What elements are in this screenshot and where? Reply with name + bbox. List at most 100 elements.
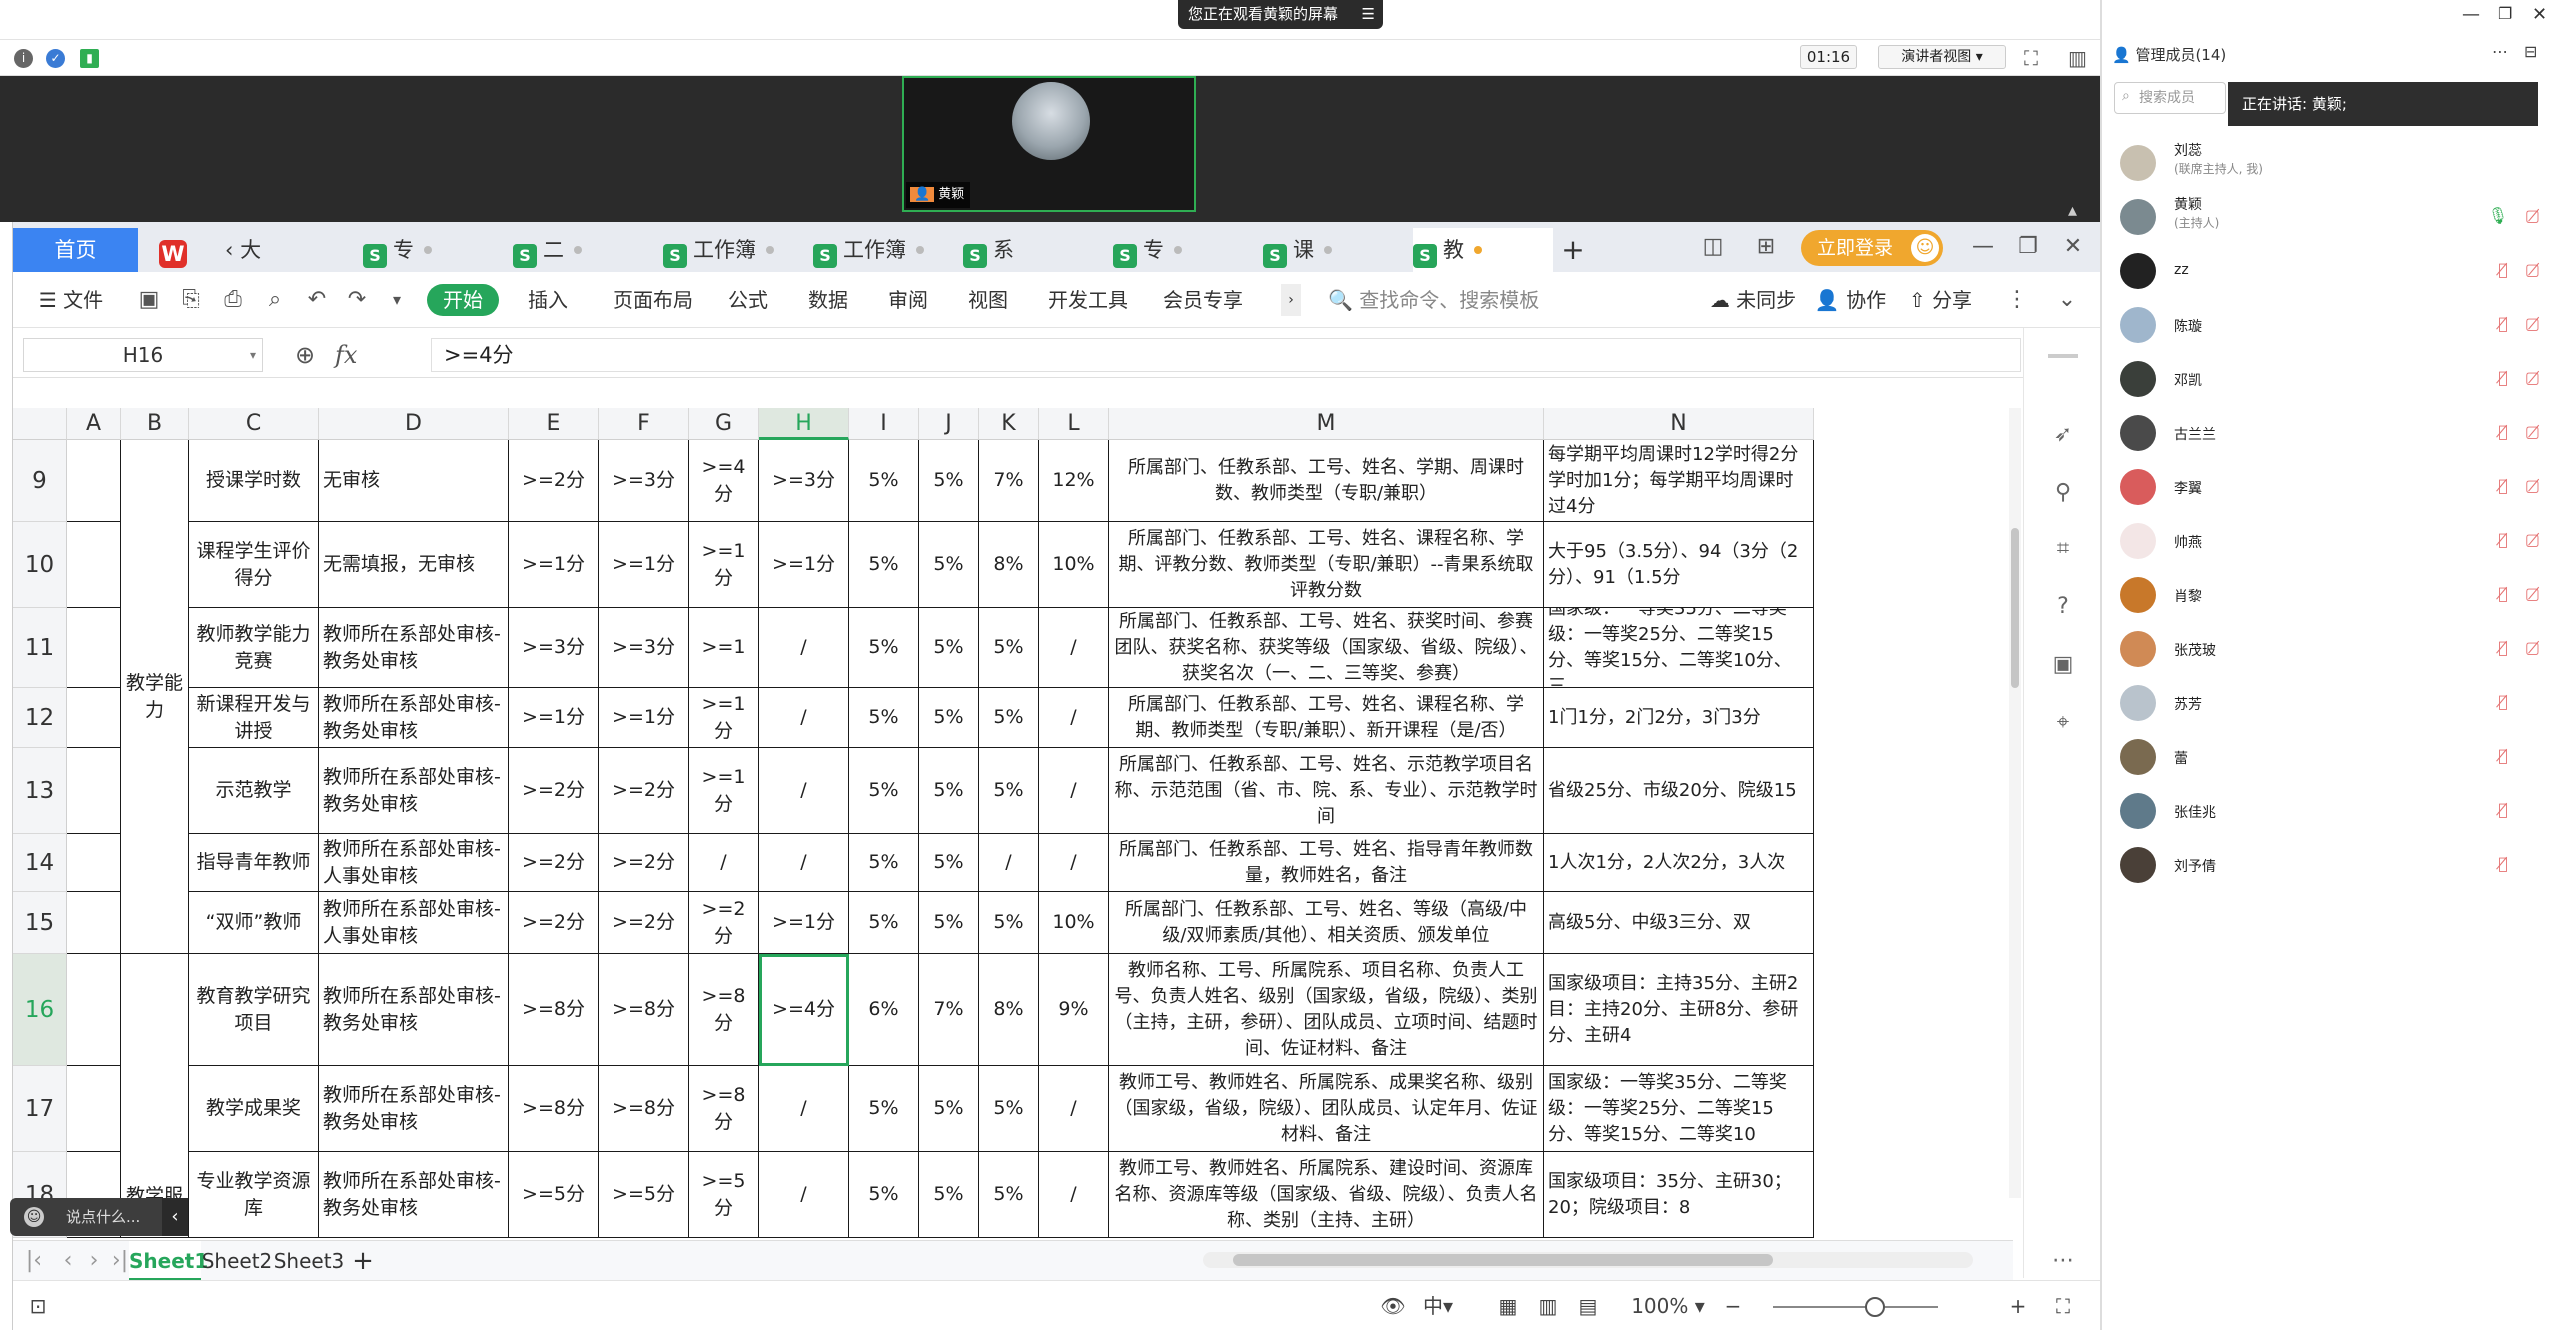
zoom-level[interactable]: 100% ▾ [1628,1291,1708,1321]
member-item[interactable]: (主持人) 黄颖 🎙 ▢̸ [2104,190,2550,244]
share-button[interactable]: ⇧ 分享 [1898,284,1983,316]
cell-f17[interactable]: >=8分 [599,1066,689,1152]
member-item[interactable]: 古兰兰 🎙̸ ▢̸ [2104,406,2550,460]
cell-i11[interactable]: 5% [849,608,919,688]
member-item[interactable]: 邓凯 🎙̸ ▢̸ [2104,352,2550,406]
cell-k9[interactable]: 7% [979,440,1039,522]
minimize-icon[interactable]: — [2462,4,2480,25]
cell-a13[interactable] [67,748,121,834]
cell-l15[interactable]: 10% [1039,892,1109,954]
cell-f11[interactable]: >=3分 [599,608,689,688]
member-item[interactable]: 张茂玻 🎙̸ ▢̸ [2104,622,2550,676]
cell-m17[interactable]: 教师工号、教师姓名、所属院系、成果奖名称、级别（国家级，省级，院级）、团队成员、… [1109,1066,1544,1152]
cell-i10[interactable]: 5% [849,522,919,608]
cell-l10[interactable]: 10% [1039,522,1109,608]
restore-icon[interactable]: ❐ [2013,232,2043,262]
row-header-10[interactable]: 10 [13,522,67,608]
cell-l14[interactable]: / [1039,834,1109,892]
zoom-in-icon[interactable]: + [2003,1291,2033,1321]
first-sheet-icon[interactable]: |‹ [19,1245,49,1277]
cell-a9[interactable] [67,440,121,522]
cell-l9[interactable]: 12% [1039,440,1109,522]
cell-h12[interactable]: / [759,688,849,748]
collab-button[interactable]: 👤 协作 [1808,284,1893,316]
more-icon[interactable]: ⋯ [2492,42,2508,61]
cell-j11[interactable]: 5% [919,608,979,688]
cell-e14[interactable]: >=2分 [509,834,599,892]
share-banner[interactable]: 您正在观看黄颖的屏幕 ☰ [1178,0,1383,29]
wps-logo-icon[interactable]: W [153,228,193,272]
cell-i18[interactable]: 5% [849,1152,919,1238]
cell-d15[interactable]: 教师所在系部处审核-人事处审核 [319,892,509,954]
tab-doc-1[interactable]: ‹ 大 [213,228,353,272]
location-icon[interactable]: ⌖ [2048,708,2078,738]
normal-view-icon[interactable]: ▦ [1493,1291,1523,1321]
cell-m13[interactable]: 所属部门、任教系部、工号、姓名、示范教学项目名称、示范范围（省、市、院、系、专业… [1109,748,1544,834]
cell-f13[interactable]: >=2分 [599,748,689,834]
column-header-h[interactable]: H [759,408,849,440]
undo-icon[interactable]: ↶ [303,286,331,314]
cell-a16[interactable] [67,954,121,1066]
cell-f10[interactable]: >=1分 [599,522,689,608]
menu-view[interactable]: 视图 [958,284,1018,316]
column-header-e[interactable]: E [509,408,599,440]
cell-h10[interactable]: >=1分 [759,522,849,608]
collapse-chat-icon[interactable]: ‹ [162,1198,188,1236]
scroll-thumb[interactable] [2011,528,2019,688]
cell-f9[interactable]: >=3分 [599,440,689,522]
merged-cell-teaching-service[interactable]: 教学服务 [121,954,189,1238]
dropdown-icon[interactable]: ▾ [383,286,411,314]
member-item[interactable]: 苏芳 🎙̸ [2104,676,2550,730]
member-item[interactable]: 肖黎 🎙̸ ▢̸ [2104,568,2550,622]
cell-m15[interactable]: 所属部门、任教系部、工号、姓名、等级（高级/中级/双师素质/其他）、相关资质、颁… [1109,892,1544,954]
emoji-icon[interactable]: ☺ [24,1207,44,1227]
cell-l11[interactable]: / [1039,608,1109,688]
cell-j18[interactable]: 5% [919,1152,979,1238]
signal-icon[interactable]: ▮ [80,49,99,68]
status-tool-icon[interactable]: ⊡ [23,1291,53,1321]
save-icon[interactable]: ▣ [135,286,163,314]
close-icon[interactable]: ✕ [2058,232,2088,262]
cell-e10[interactable]: >=1分 [509,522,599,608]
cell-i9[interactable]: 5% [849,440,919,522]
tab-doc-6[interactable]: S系 [963,228,1103,272]
cell-f16[interactable]: >=8分 [599,954,689,1066]
cell-h9[interactable]: >=3分 [759,440,849,522]
member-item[interactable]: 张佳兆 🎙̸ [2104,784,2550,838]
column-header-n[interactable]: N [1544,408,1814,440]
cell-a12[interactable] [67,688,121,748]
cell-l12[interactable]: / [1039,688,1109,748]
cell-c13[interactable]: 示范教学 [189,748,319,834]
restore-icon[interactable]: ❐ [2498,4,2512,23]
cell-f18[interactable]: >=5分 [599,1152,689,1238]
column-header-a[interactable]: A [67,408,121,440]
menu-layout[interactable]: 页面布局 [598,284,708,316]
camera-off-icon[interactable]: ▢̸ [2525,476,2540,495]
camera-off-icon[interactable]: ▢̸ [2525,638,2540,657]
cell-i16[interactable]: 6% [849,954,919,1066]
cell-c14[interactable]: 指导青年教师 [189,834,319,892]
cell-k11[interactable]: 5% [979,608,1039,688]
column-header-j[interactable]: J [919,408,979,440]
menu-formula[interactable]: 公式 [718,284,778,316]
fit-screen-icon[interactable]: ⛶ [2048,1291,2078,1321]
column-header-l[interactable]: L [1039,408,1109,440]
fx-icon[interactable]: fx [335,338,375,372]
tab-doc-7[interactable]: S专 [1113,228,1253,272]
more-tools-icon[interactable]: ⋯ [2048,1246,2078,1276]
cell-e13[interactable]: >=2分 [509,748,599,834]
mic-muted-icon[interactable]: 🎙̸ [2498,422,2508,441]
column-header-i[interactable]: I [849,408,919,440]
magnifier-icon[interactable]: ⊕ [295,338,329,372]
row-header-13[interactable]: 13 [13,748,67,834]
row-header-16[interactable]: 16 [13,954,67,1066]
cell-d17[interactable]: 教师所在系部处审核-教务处审核 [319,1066,509,1152]
cell-c17[interactable]: 教学成果奖 [189,1066,319,1152]
cell-h17[interactable]: / [759,1066,849,1152]
cell-e18[interactable]: >=5分 [509,1152,599,1238]
cell-h18[interactable]: / [759,1152,849,1238]
cell-c12[interactable]: 新课程开发与讲授 [189,688,319,748]
mic-muted-icon[interactable]: 🎙̸ [2498,260,2508,279]
camera-off-icon[interactable]: ▢̸ [2525,368,2540,387]
cell-n15[interactable]: 高级5分、中级3三分、双 [1544,892,1814,954]
